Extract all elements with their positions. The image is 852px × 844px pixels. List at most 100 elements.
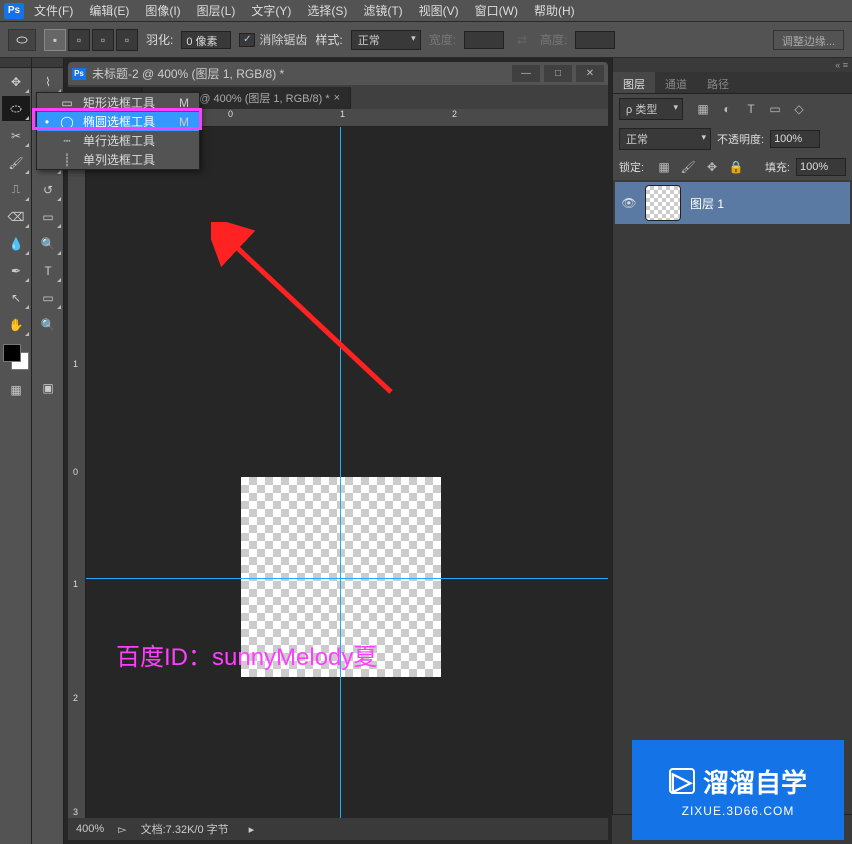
- sel-mode-subtract[interactable]: ▫: [92, 29, 114, 51]
- menu-window[interactable]: 窗口(W): [469, 0, 524, 21]
- layer-item[interactable]: 👁 图层 1: [615, 182, 850, 224]
- foreground-color[interactable]: [3, 344, 21, 362]
- single-col-marquee-tool-item[interactable]: ┊ 单列选框工具: [37, 150, 199, 169]
- guide-horizontal[interactable]: [86, 578, 608, 579]
- sel-mode-add[interactable]: ▫: [68, 29, 90, 51]
- zoom-tool[interactable]: 🔍: [34, 312, 62, 337]
- dodge-tool[interactable]: 🔍: [34, 231, 62, 256]
- window-minimize-button[interactable]: —: [512, 65, 540, 82]
- menu-filter[interactable]: 滤镜(T): [357, 0, 408, 21]
- tab-layers[interactable]: 图层: [613, 72, 655, 93]
- menu-bar: Ps 文件(F) 编辑(E) 图像(I) 图层(L) 文字(Y) 选择(S) 滤…: [0, 0, 852, 22]
- status-bar: 400% ▻ 文档:7.32K/0 字节 ▸: [68, 818, 608, 840]
- close-icon[interactable]: ×: [334, 92, 340, 104]
- filter-shape-icon[interactable]: ▭: [765, 101, 785, 117]
- play-icon: ▷: [669, 768, 695, 794]
- filter-adjust-icon[interactable]: ◐: [717, 101, 737, 117]
- watermark-text: 百度ID：sunnyMelody夏: [116, 637, 377, 672]
- brush-tool[interactable]: 🖌: [2, 150, 30, 175]
- width-label: 宽度:: [429, 31, 456, 48]
- history-brush-tool[interactable]: ↺: [34, 177, 62, 202]
- guide-vertical[interactable]: [340, 127, 341, 818]
- menu-file[interactable]: 文件(F): [28, 0, 79, 21]
- single-col-icon: ┊: [59, 153, 75, 167]
- selection-mode-group: ▪ ▫ ▫ ▫: [44, 29, 138, 51]
- menu-layer[interactable]: 图层(L): [191, 0, 242, 21]
- layer-thumbnail[interactable]: [645, 185, 681, 221]
- eraser-tool[interactable]: ⌫: [2, 204, 30, 229]
- lock-position-icon[interactable]: ✥: [702, 159, 722, 175]
- canvas-viewport[interactable]: 0 1 2 1 0 1 2 3 百度ID：sunnyMelody夏: [68, 109, 608, 818]
- canvas-inner[interactable]: 百度ID：sunnyMelody夏: [86, 127, 608, 818]
- fill-input[interactable]: 100%: [796, 158, 846, 176]
- menu-type[interactable]: 文字(Y): [245, 0, 297, 21]
- color-swatches[interactable]: [3, 344, 29, 370]
- right-panel: « ≡ 图层 通道 路径 ρ 类型 ▦ ◐ T ▭ ◇ 正常 不透明度: 100…: [612, 58, 852, 844]
- menu-select[interactable]: 选择(S): [301, 0, 353, 21]
- blur-tool[interactable]: 💧: [2, 231, 30, 256]
- crop-tool[interactable]: ✂: [2, 123, 30, 148]
- filter-pixel-icon[interactable]: ▦: [693, 101, 713, 117]
- visibility-eye-icon[interactable]: 👁: [616, 196, 642, 210]
- stamp-tool[interactable]: ⎍: [2, 177, 30, 202]
- blend-mode-dropdown[interactable]: 正常: [619, 128, 711, 150]
- layer-name[interactable]: 图层 1: [690, 195, 724, 212]
- window-close-button[interactable]: ✕: [576, 65, 604, 82]
- height-label: 高度:: [540, 31, 567, 48]
- fill-label: 填充:: [765, 159, 790, 175]
- tab-paths[interactable]: 路径: [697, 72, 739, 93]
- rect-marquee-icon: ▭: [59, 96, 75, 110]
- filter-kind-dropdown[interactable]: ρ 类型: [619, 98, 683, 120]
- window-maximize-button[interactable]: □: [544, 65, 572, 82]
- single-row-marquee-tool-item[interactable]: ┄ 单行选框工具: [37, 131, 199, 150]
- menu-image[interactable]: 图像(I): [139, 0, 186, 21]
- tool-preset-picker[interactable]: [8, 29, 36, 51]
- menu-edit[interactable]: 编辑(E): [83, 0, 135, 21]
- lock-all-icon[interactable]: 🔒: [726, 159, 746, 175]
- height-input: [575, 31, 615, 49]
- rect-marquee-tool-item[interactable]: ▭ 矩形选框工具M: [37, 93, 199, 112]
- path-select-tool[interactable]: ↖: [2, 285, 30, 310]
- lock-paint-icon[interactable]: 🖌: [678, 159, 698, 175]
- ruler-vertical[interactable]: 1 0 1 2 3: [68, 127, 86, 818]
- single-row-icon: ┄: [59, 134, 75, 148]
- panel-collapse-icon[interactable]: « ≡: [613, 58, 852, 72]
- filter-type-icon[interactable]: T: [741, 101, 761, 117]
- document-titlebar: Ps 未标题-2 @ 400% (图层 1, RGB/8) * — □ ✕: [68, 62, 608, 85]
- antialias-check[interactable]: ✓消除锯齿: [239, 31, 307, 48]
- screenmode-toggle[interactable]: ▣: [34, 375, 62, 400]
- width-input: [464, 31, 504, 49]
- lock-transparent-icon[interactable]: ▦: [654, 159, 674, 175]
- lasso-tool[interactable]: ⌇: [34, 69, 62, 94]
- marquee-flyout-menu: ▭ 矩形选框工具M •◯ 椭圆选框工具M ┄ 单行选框工具 ┊ 单列选框工具: [36, 92, 200, 170]
- ps-logo: Ps: [4, 3, 24, 19]
- zoom-level[interactable]: 400%: [76, 823, 104, 835]
- sel-mode-new[interactable]: ▪: [44, 29, 66, 51]
- sel-mode-intersect[interactable]: ▫: [116, 29, 138, 51]
- filter-smart-icon[interactable]: ◇: [789, 101, 809, 117]
- hand-tool[interactable]: ✋: [2, 312, 30, 337]
- lock-label: 锁定:: [619, 159, 644, 175]
- menu-view[interactable]: 视图(V): [413, 0, 465, 21]
- shape-tool[interactable]: ▭: [34, 285, 62, 310]
- status-info: 文档:7.32K/0 字节: [141, 821, 229, 837]
- refine-edge-button[interactable]: 调整边缘...: [773, 30, 844, 50]
- brand-watermark: ▷溜溜自学 ZIXUE.3D66.COM: [632, 740, 844, 840]
- move-tool[interactable]: ✥: [2, 69, 30, 94]
- swap-wh-icon: ⇄: [512, 30, 532, 50]
- export-icon[interactable]: ▻: [118, 823, 126, 836]
- feather-input[interactable]: 0 像素: [181, 31, 231, 49]
- options-bar: ▪ ▫ ▫ ▫ 羽化: 0 像素 ✓消除锯齿 样式: 正常 宽度: ⇄ 高度: …: [0, 22, 852, 58]
- marquee-tool[interactable]: [2, 96, 30, 121]
- status-info-menu-icon[interactable]: ▸: [249, 823, 255, 836]
- panel-tabs: 图层 通道 路径: [613, 72, 852, 94]
- type-tool[interactable]: T: [34, 258, 62, 283]
- pen-tool[interactable]: ✒: [2, 258, 30, 283]
- menu-help[interactable]: 帮助(H): [528, 0, 581, 21]
- ellipse-marquee-tool-item[interactable]: •◯ 椭圆选框工具M: [37, 112, 199, 131]
- tab-channels[interactable]: 通道: [655, 72, 697, 93]
- quickmask-toggle[interactable]: ▦: [2, 377, 30, 402]
- style-dropdown[interactable]: 正常: [351, 30, 421, 50]
- gradient-tool[interactable]: ▭: [34, 204, 62, 229]
- opacity-input[interactable]: 100%: [770, 130, 820, 148]
